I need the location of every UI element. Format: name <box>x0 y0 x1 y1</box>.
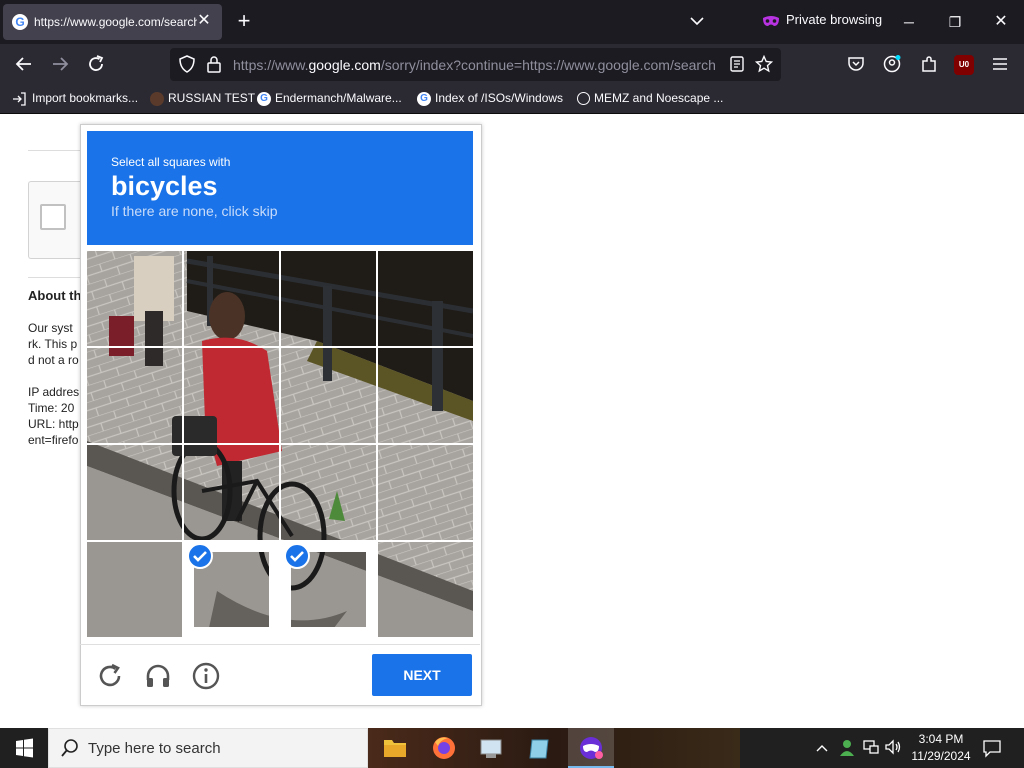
captcha-hint: If there are none, click skip <box>111 203 278 219</box>
volume-icon[interactable] <box>884 738 902 756</box>
notifications-icon[interactable] <box>982 738 1002 758</box>
back-icon[interactable] <box>12 52 36 76</box>
captcha-info-icon[interactable] <box>192 662 220 690</box>
account-icon[interactable] <box>883 55 901 73</box>
tab-title: https://www.google.com/search <box>34 15 197 29</box>
captcha-tile[interactable] <box>281 348 376 443</box>
captcha-tile[interactable] <box>281 251 376 346</box>
reader-view-icon[interactable] <box>729 56 745 72</box>
captcha-tile[interactable] <box>87 251 182 346</box>
user-network-tray-icon[interactable] <box>838 738 856 758</box>
captcha-image-grid <box>87 251 473 637</box>
captcha-tile[interactable] <box>378 445 473 540</box>
forward-icon[interactable] <box>48 52 72 76</box>
captcha-tile[interactable] <box>281 445 376 540</box>
url-text[interactable]: https://www.google.com/sorry/index?conti… <box>233 57 717 73</box>
bookmark-index-isos[interactable]: G Index of /ISOs/Windows <box>417 91 563 107</box>
windows-start-icon[interactable] <box>0 728 48 768</box>
notepad-app-icon[interactable] <box>522 732 558 764</box>
captcha-tile[interactable] <box>184 251 279 346</box>
close-window-button[interactable]: ✕ <box>989 12 1013 32</box>
google-favicon-icon: G <box>417 91 431 106</box>
restore-button[interactable]: ❐ <box>943 12 967 32</box>
bookmark-russian-test[interactable]: RUSSIAN TEST <box>150 91 255 107</box>
taskbar-search-placeholder: Type here to search <box>88 740 221 757</box>
horse-favicon-icon <box>150 91 164 106</box>
new-tab-button[interactable]: + <box>234 10 254 34</box>
google-favicon-icon: G <box>257 91 271 106</box>
captcha-tile[interactable] <box>378 251 473 346</box>
captcha-reload-icon[interactable] <box>96 662 124 690</box>
lock-icon[interactable] <box>206 55 222 73</box>
captcha-tile[interactable] <box>378 348 473 443</box>
captcha-tile[interactable] <box>87 348 182 443</box>
taskbar-clock[interactable]: 3:04 PM 11/29/2024 <box>906 731 976 765</box>
pocket-icon[interactable] <box>847 56 865 72</box>
captcha-tile[interactable] <box>184 445 279 540</box>
captcha-tile[interactable] <box>87 445 182 540</box>
hamburger-menu-icon[interactable] <box>991 56 1009 72</box>
ublock-origin-icon[interactable]: U0 <box>954 55 974 75</box>
bookmark-endermanch-malware[interactable]: G Endermanch/Malware... <box>257 91 402 107</box>
divider <box>28 277 80 278</box>
clock-date: 11/29/2024 <box>911 749 971 763</box>
chevron-up-icon[interactable] <box>814 740 830 756</box>
clock-time: 3:04 PM <box>918 732 964 746</box>
google-favicon-icon: G <box>12 14 28 30</box>
extensions-icon[interactable] <box>920 55 938 73</box>
divider <box>28 150 80 151</box>
not-a-robot-checkbox[interactable] <box>40 204 66 230</box>
captcha-next-button[interactable]: NEXT <box>372 654 472 696</box>
private-browsing-indicator: Private browsing <box>762 12 882 32</box>
tile-selected-check-icon <box>187 543 213 569</box>
globe-icon <box>577 92 590 106</box>
about-heading: About th <box>28 288 82 303</box>
captcha-instruction: Select all squares with <box>111 155 231 169</box>
computer-app-icon[interactable] <box>474 732 510 764</box>
tile-selected-check-icon <box>284 543 310 569</box>
captcha-target: bicycles <box>111 171 218 201</box>
network-tray-icon[interactable] <box>862 738 880 756</box>
captcha-tile[interactable] <box>87 542 182 637</box>
footer-divider <box>80 644 480 645</box>
private-mask-icon <box>763 15 779 26</box>
tracking-shield-icon[interactable] <box>178 55 196 73</box>
firefox-private-icon[interactable] <box>573 732 609 764</box>
firefox-icon[interactable] <box>426 732 462 764</box>
captcha-audio-headphones-icon[interactable] <box>144 662 172 690</box>
search-icon <box>61 739 78 757</box>
minimize-button[interactable]: ─ <box>897 12 921 32</box>
list-all-tabs-icon[interactable] <box>686 10 708 32</box>
bookmark-star-icon[interactable] <box>755 55 773 73</box>
bookmark-import[interactable]: Import bookmarks... <box>12 91 138 107</box>
tab-active[interactable]: G https://www.google.com/search ✕ <box>3 4 222 40</box>
captcha-instructions: Select all squares with bicycles If ther… <box>87 131 473 245</box>
about-text: Our syst rk. This pd not a ro IP addres Ti… <box>28 321 80 447</box>
tab-close-icon[interactable]: ✕ <box>194 11 214 31</box>
captcha-tile[interactable] <box>184 348 279 443</box>
reload-icon[interactable] <box>84 52 108 76</box>
bookmark-memz-noescape[interactable]: MEMZ and Noescape ... <box>577 91 723 107</box>
file-explorer-icon[interactable] <box>377 732 413 764</box>
import-icon <box>13 92 26 106</box>
private-browsing-label: Private browsing <box>786 12 883 27</box>
captcha-tile[interactable] <box>378 542 473 637</box>
